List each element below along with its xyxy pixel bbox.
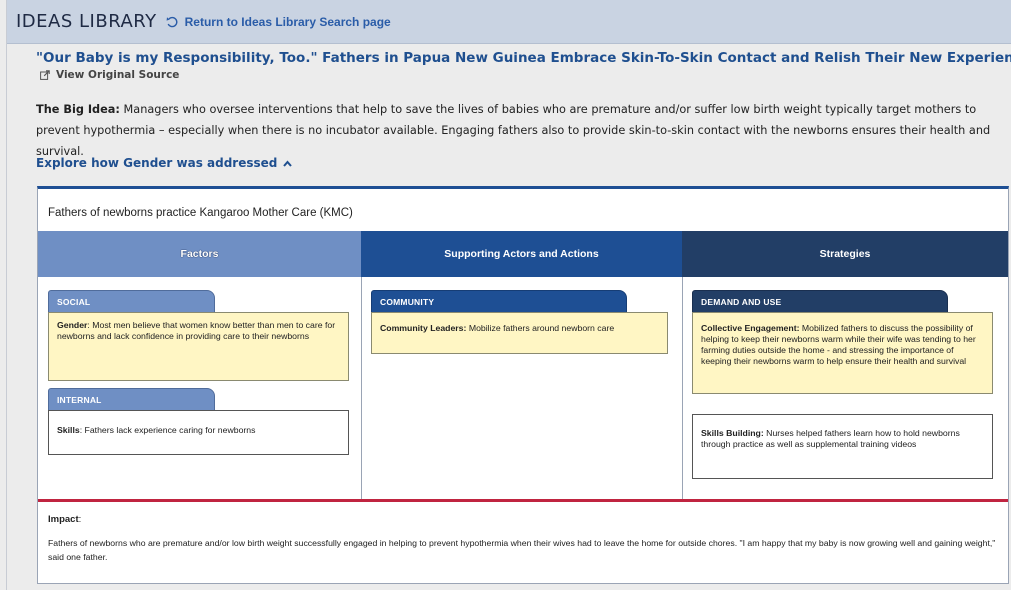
factor-social-label: Gender: [57, 320, 88, 330]
return-link-label: Return to Ideas Library Search page: [184, 14, 391, 29]
explore-gender-label: Explore how Gender was addressed: [36, 156, 278, 170]
column-header-strategies: Strategies: [682, 231, 1008, 277]
impact-label: Impact: [48, 514, 79, 525]
factor-internal-label: Skills: [57, 425, 80, 435]
undo-arrow-icon: [166, 16, 178, 27]
actor-community-text: Mobilize fathers around newborn care: [466, 323, 615, 333]
factor-card-internal: Skills: Fathers lack experience caring f…: [48, 410, 349, 455]
factor-card-social: Gender: Most men believe that women know…: [48, 312, 349, 381]
external-link-icon: [40, 70, 50, 80]
big-idea-label: The Big Idea:: [36, 103, 120, 116]
factor-internal-text: : Fathers lack experience caring for new…: [79, 425, 256, 435]
impact-heading: Impact:: [48, 514, 81, 525]
tab-demand-and-use: DEMAND AND USE: [692, 290, 948, 313]
strategy-card-skills-building: Skills Building: Nurses helped fathers l…: [692, 414, 993, 479]
story-title: "Our Baby is my Responsibility, Too." Fa…: [36, 50, 1011, 66]
chevron-up-icon: [283, 159, 293, 167]
source-link-label: View Original Source: [56, 69, 180, 81]
strategy-collective-label: Collective Engagement:: [701, 323, 800, 333]
big-idea-paragraph: The Big Idea: Managers who oversee inter…: [36, 99, 1006, 162]
column-header-factors: Factors: [38, 231, 361, 277]
tab-internal: INTERNAL: [48, 388, 215, 411]
page-header: IDEAS LIBRARY Return to Ideas Library Se…: [7, 0, 1011, 44]
tab-community: COMMUNITY: [371, 290, 627, 313]
column-header-actors: Supporting Actors and Actions: [361, 231, 682, 277]
strategy-card-collective-engagement: Collective Engagement: Mobilized fathers…: [692, 312, 993, 394]
column-divider: [682, 277, 683, 500]
return-to-search-link[interactable]: Return to Ideas Library Search page: [166, 15, 391, 29]
actor-card-community: Community Leaders: Mobilize fathers arou…: [371, 312, 668, 354]
tab-social: SOCIAL: [48, 290, 215, 313]
big-idea-text: Managers who oversee interventions that …: [36, 103, 991, 158]
impact-colon: :: [78, 514, 82, 525]
impact-divider: [38, 499, 1008, 502]
panel-title: Fathers of newborns practice Kangaroo Mo…: [48, 207, 353, 219]
gender-analysis-panel: Fathers of newborns practice Kangaroo Mo…: [37, 186, 1009, 584]
strategy-skills-label: Skills Building:: [701, 428, 764, 438]
actor-community-label: Community Leaders:: [380, 323, 467, 333]
factor-social-text: : Most men believe that women know bette…: [57, 320, 336, 341]
view-original-source-link[interactable]: View Original Source: [40, 69, 179, 81]
column-divider: [361, 277, 362, 500]
explore-gender-toggle[interactable]: Explore how Gender was addressed: [36, 156, 293, 170]
ideas-library-page: IDEAS LIBRARY Return to Ideas Library Se…: [6, 0, 1011, 590]
page-title: IDEAS LIBRARY: [16, 11, 157, 32]
impact-text: Fathers of newborns who are premature an…: [48, 538, 996, 562]
